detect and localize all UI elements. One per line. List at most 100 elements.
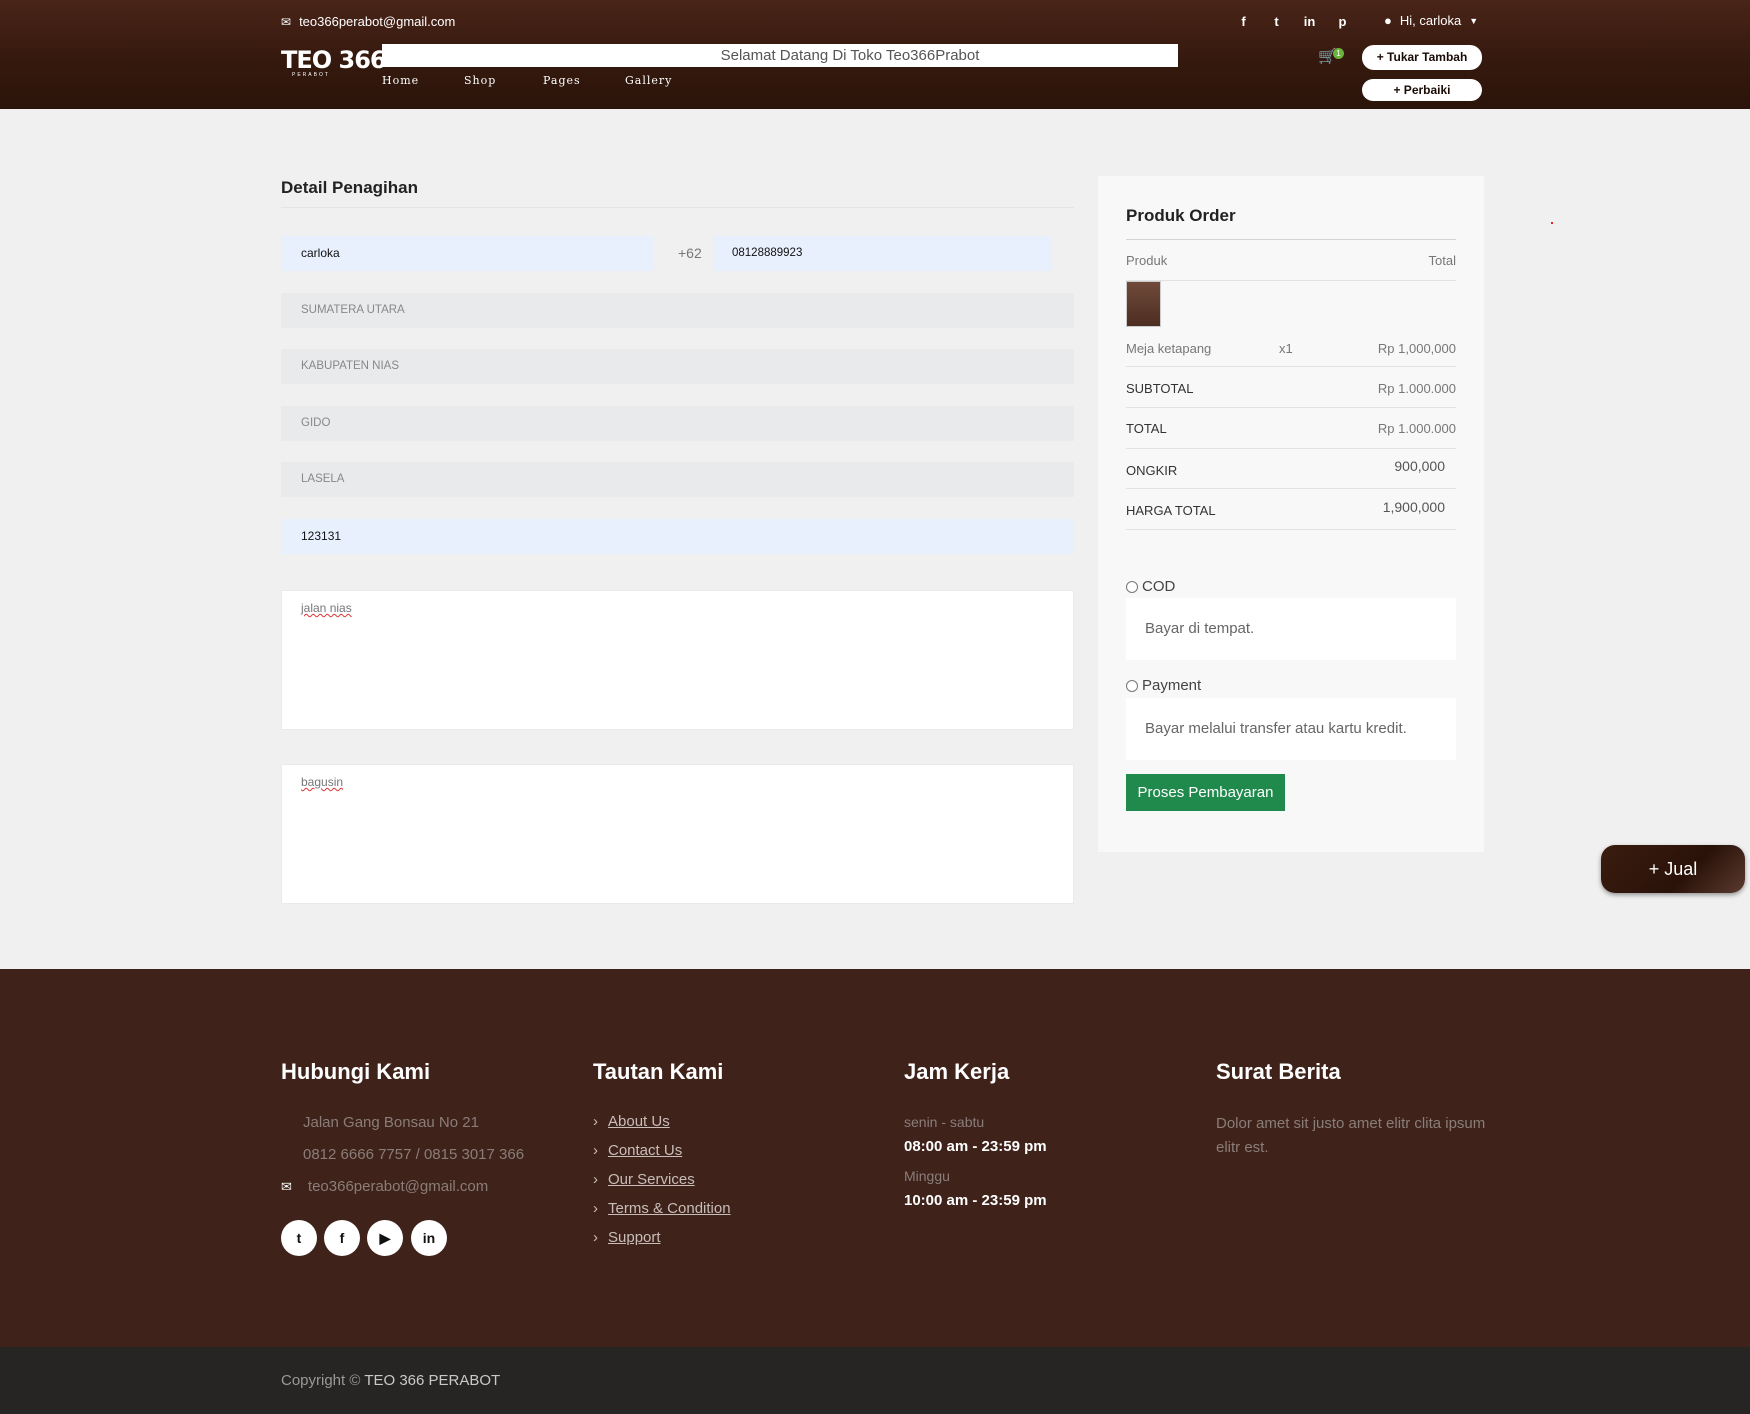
top-email-text: teo366perabot@gmail.com [299, 14, 456, 29]
twitter-icon[interactable]: t [281, 1220, 317, 1256]
subtotal-row: SUBTOTAL Rp 1.000.000 [1126, 381, 1456, 396]
harga-total-row: HARGA TOTAL 1,900,000 [1126, 499, 1456, 518]
linkedin-icon[interactable]: in [411, 1220, 447, 1256]
copyright-bar [0, 1347, 1750, 1414]
payment-option[interactable]: Payment [1126, 677, 1201, 694]
nav-pages[interactable]: Pages [543, 74, 625, 87]
divider [1126, 407, 1456, 408]
top-email[interactable]: ✉ teo366perabot@gmail.com [281, 14, 455, 29]
ongkir-row: ONGKIR 900,000 [1126, 458, 1456, 478]
hours-title: Jam Kerja [904, 1059, 1010, 1084]
envelope-icon: ✉ [281, 14, 292, 29]
divider [1126, 488, 1456, 489]
user-menu[interactable]: ● Hi, carloka ▼ [1384, 13, 1478, 28]
postal-code-input[interactable]: 123131 [281, 519, 1074, 554]
total-value: Rp 1.000.000 [1377, 421, 1456, 436]
main-nav: Home Shop Pages Gallery [382, 74, 672, 87]
link-label: About Us [608, 1113, 670, 1130]
proses-pembayaran-button[interactable]: Proses Pembayaran [1126, 774, 1285, 811]
hours-time-1: 08:00 am - 23:59 pm [904, 1138, 1047, 1155]
district-select[interactable]: GIDO [281, 406, 1074, 441]
top-socials: f t in p [1236, 14, 1350, 29]
order-title: Produk Order [1126, 206, 1236, 225]
harga-total-label: HARGA TOTAL [1126, 503, 1216, 518]
contact-title: Hubungi Kami [281, 1059, 431, 1084]
chevron-right-icon: › [593, 1171, 598, 1188]
footer-phones: 0812 6666 7757 / 0815 3017 366 [303, 1146, 525, 1163]
welcome-marquee: Selamat Datang Di Toko Teo366Prabot [382, 44, 1178, 67]
divider [1126, 529, 1456, 530]
cod-option[interactable]: COD [1126, 578, 1175, 595]
nav-shop[interactable]: Shop [464, 74, 543, 87]
twitter-icon[interactable]: t [1269, 14, 1284, 29]
facebook-icon[interactable]: f [1236, 14, 1251, 29]
footer-link-support[interactable]: › Support [593, 1229, 661, 1246]
divider [1126, 448, 1456, 449]
footer-email[interactable]: ✉ teo366perabot@gmail.com [281, 1178, 488, 1195]
footer [0, 969, 1750, 1347]
chevron-right-icon: › [593, 1142, 598, 1159]
notes-text: bagusin [301, 775, 344, 789]
linkedin-icon[interactable]: in [1302, 14, 1317, 29]
footer-link-services[interactable]: › Our Services [593, 1171, 695, 1188]
user-icon: ● [1384, 13, 1392, 28]
hours-time-2: 10:00 am - 23:59 pm [904, 1192, 1047, 1209]
cod-label: COD [1142, 578, 1176, 595]
jual-button[interactable]: + Jual [1601, 845, 1745, 893]
phone-input[interactable]: 08128889923 [713, 236, 1052, 271]
notes-textarea[interactable]: bagusin [281, 764, 1074, 904]
link-label: Terms & Condition [608, 1200, 731, 1217]
user-greeting: Hi, carloka [1399, 13, 1462, 28]
copyright: Copyright © TEO 366 PERABOT [281, 1372, 500, 1389]
regency-select[interactable]: KABUPATEN NIAS [281, 349, 1074, 384]
order-header-row: Produk Total [1126, 253, 1456, 268]
phone-country-code: +62 [678, 245, 702, 261]
nav-gallery[interactable]: Gallery [625, 74, 672, 87]
divider [1126, 366, 1456, 367]
payment-label: Payment [1142, 677, 1202, 694]
link-label: Support [608, 1229, 661, 1246]
logo[interactable]: TEO 366 [281, 46, 387, 74]
link-label: Contact Us [608, 1142, 683, 1159]
order-item-row: Meja ketapang x1 Rp 1,000,000 [1126, 341, 1456, 356]
ongkir-value: 900,000 [1394, 458, 1445, 474]
total-label: TOTAL [1126, 421, 1167, 436]
youtube-icon[interactable]: ▶ [367, 1220, 403, 1256]
footer-link-terms[interactable]: › Terms & Condition [593, 1200, 731, 1217]
cod-radio[interactable] [1126, 580, 1138, 593]
payment-radio[interactable] [1126, 679, 1138, 692]
hours-days-1: senin - sabtu [904, 1114, 985, 1130]
hours-days-2: Minggu [904, 1168, 950, 1184]
col-total: Total [1428, 253, 1456, 268]
total-row: TOTAL Rp 1.000.000 [1126, 421, 1456, 436]
village-select[interactable]: LASELA [281, 462, 1074, 497]
link-label: Our Services [608, 1171, 695, 1188]
pinterest-icon[interactable]: p [1335, 14, 1350, 29]
footer-link-about[interactable]: › About Us [593, 1113, 670, 1130]
logo-subtitle: PERABOT [292, 72, 330, 78]
item-price: Rp 1,000,000 [1377, 341, 1456, 356]
newsletter-title: Surat Berita [1216, 1059, 1341, 1084]
caret-down-icon: ▼ [1469, 15, 1479, 26]
product-image [1126, 281, 1161, 327]
tukar-tambah-button[interactable]: + Tukar Tambah [1362, 45, 1482, 70]
links-title: Tautan Kami [593, 1059, 724, 1084]
address-textarea[interactable]: jalan nias [281, 590, 1074, 730]
divider [281, 207, 1074, 208]
ongkir-label: ONGKIR [1126, 463, 1178, 478]
copyright-prefix: Copyright © [281, 1372, 361, 1389]
perbaiki-button[interactable]: + Perbaiki [1362, 79, 1482, 101]
nav-home[interactable]: Home [382, 74, 464, 87]
newsletter-text: Dolor amet sit justo amet elitr clita ip… [1216, 1115, 1486, 1156]
copyright-brand: TEO 366 PERABOT [364, 1372, 501, 1389]
province-select[interactable]: SUMATERA UTARA [281, 293, 1074, 328]
payment-description: Bayar melalui transfer atau kartu kredit… [1126, 698, 1456, 760]
envelope-icon: ✉ [281, 1178, 292, 1194]
cod-description: Bayar di tempat. [1126, 598, 1456, 660]
facebook-icon[interactable]: f [324, 1220, 360, 1256]
footer-link-contact[interactable]: › Contact Us [593, 1142, 682, 1159]
name-input[interactable]: carloka [281, 236, 654, 271]
chevron-right-icon: › [593, 1200, 598, 1217]
col-product: Produk [1126, 253, 1168, 268]
harga-total-value: 1,900,000 [1382, 499, 1445, 515]
